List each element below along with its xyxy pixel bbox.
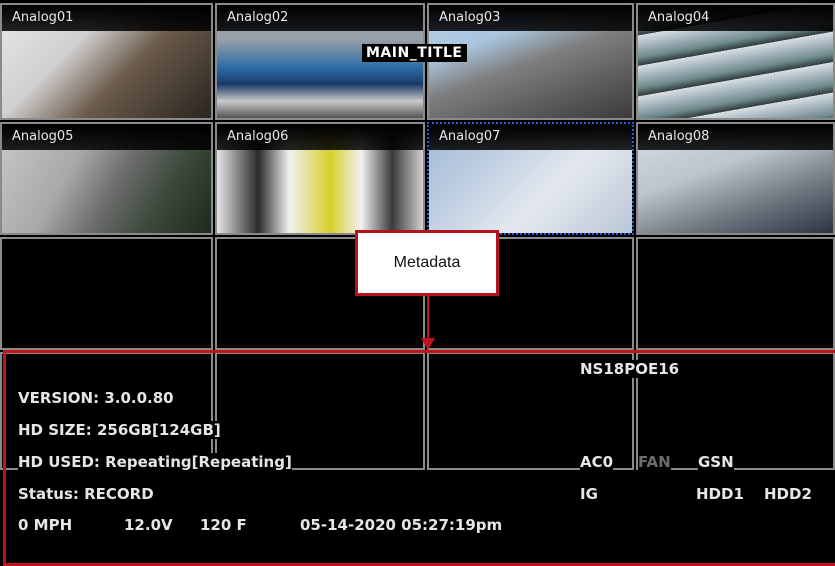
fan-indicator: FAN (638, 453, 671, 471)
camera-label: Analog06 (217, 124, 423, 150)
voltage-text: 12.0V (124, 516, 173, 534)
metadata-callout: Metadata (355, 230, 499, 296)
gsn-indicator: GSN (698, 453, 734, 471)
hd-size-text: HD SIZE: 256GB[124GB] (18, 421, 221, 439)
camera-label: Analog07 (429, 124, 632, 150)
speed-text: 0 MPH (18, 516, 73, 534)
camera-tile-analog01[interactable]: Analog01 (0, 3, 213, 120)
empty-tile[interactable] (636, 237, 835, 350)
callout-arrow-line (427, 296, 429, 342)
camera-label: Analog02 (217, 5, 423, 31)
camera-label: Analog04 (638, 5, 833, 31)
camera-tile-analog04[interactable]: Analog04 (636, 3, 835, 120)
ac0-indicator: AC0 (580, 453, 614, 471)
hdd2-indicator: HDD2 (764, 485, 812, 503)
camera-tile-analog05[interactable]: Analog05 (0, 122, 213, 235)
hdd1-indicator: HDD1 (696, 485, 744, 503)
camera-tile-analog08[interactable]: Analog08 (636, 122, 835, 235)
status-text: Status: RECORD (18, 485, 154, 503)
temperature-text: 120 F (200, 516, 247, 534)
hd-used-text: HD USED: Repeating[Repeating] (18, 453, 292, 471)
camera-label: Analog08 (638, 124, 833, 150)
version-text: VERSION: 3.0.0.80 (18, 389, 174, 407)
camera-label: Analog03 (429, 5, 632, 31)
main-title: MAIN_TITLE (362, 44, 467, 62)
datetime-text: 05-14-2020 05:27:19pm (300, 516, 503, 534)
camera-tile-analog06[interactable]: Analog06 (215, 122, 425, 235)
empty-tile[interactable] (0, 237, 213, 350)
camera-tile-analog07[interactable]: Analog07 (427, 122, 634, 235)
camera-label: Analog01 (2, 5, 211, 31)
ig-indicator: IG (580, 485, 598, 503)
device-name: NS18POE16 (578, 360, 682, 378)
callout-arrow-icon (421, 338, 435, 350)
camera-label: Analog05 (2, 124, 211, 150)
